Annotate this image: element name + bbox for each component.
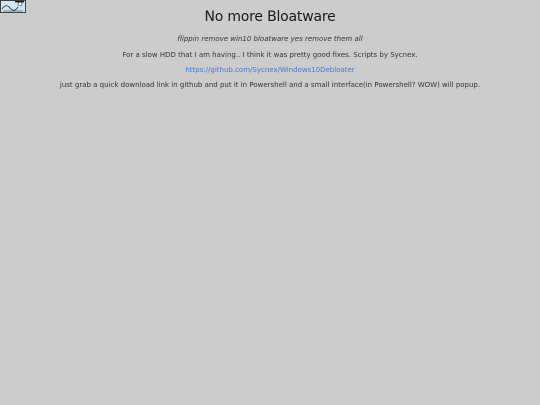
post-title: No more Bloatware — [204, 9, 336, 25]
github-link[interactable]: https://github.com/Sycnex/Windows10Deblo… — [185, 66, 354, 74]
post-subtitle: flippin remove win10 bloatware yes remov… — [177, 35, 363, 43]
post-paragraph: just grab a quick download link in githu… — [59, 81, 481, 89]
post-paragraph: For a slow HDD that I am having.. I thin… — [122, 51, 418, 59]
post-link-paragraph: https://github.com/Sycnex/Windows10Deblo… — [0, 65, 540, 75]
